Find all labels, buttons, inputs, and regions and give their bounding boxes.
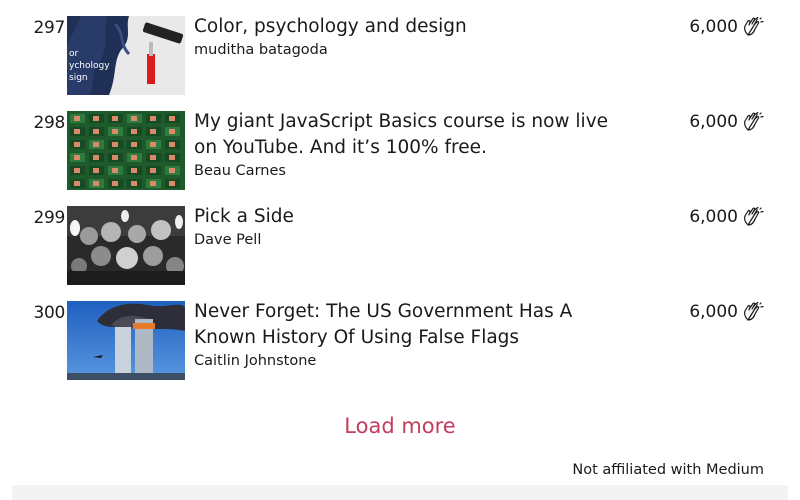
clapping-hands-icon: [742, 112, 764, 132]
article-thumbnail[interactable]: or ychology sign: [67, 16, 185, 95]
video-tile-face: [150, 129, 156, 134]
video-tile-face: [169, 142, 175, 147]
video-tile-face: [112, 142, 118, 147]
video-tile-face: [93, 142, 99, 147]
video-tile-face: [131, 181, 137, 186]
clap-count-value: 6,000: [689, 112, 738, 132]
clap-count: 6,000: [689, 207, 764, 227]
rank-number: 298: [33, 113, 65, 133]
video-tile-face: [131, 155, 137, 160]
clapping-hands-icon: [742, 17, 764, 37]
video-tile-face: [131, 142, 137, 147]
video-tile-face: [112, 129, 118, 134]
clapping-hands-icon: [742, 302, 764, 322]
list-item: 297 or ychology sign Color, psychology a…: [0, 0, 800, 95]
video-tile-face: [74, 155, 80, 160]
page: 297 or ychology sign Color, psychology a…: [0, 0, 800, 500]
svg-text:sign: sign: [69, 73, 88, 83]
load-more-container: Load more: [0, 414, 800, 438]
clap-count: 6,000: [689, 112, 764, 132]
clapping-hands-icon: [742, 207, 764, 227]
article-thumbnail[interactable]: [67, 301, 185, 380]
clap-count: 6,000: [689, 17, 764, 37]
video-tile-face: [93, 168, 99, 173]
video-tile-face: [112, 155, 118, 160]
video-tile-face: [169, 168, 175, 173]
video-tile-face: [74, 142, 80, 147]
rank-number: 300: [33, 303, 65, 323]
rank-number: 297: [33, 18, 65, 38]
clap-count-value: 6,000: [689, 207, 738, 227]
clap-count-value: 6,000: [689, 302, 738, 322]
twin-towers-thumbnail: [67, 301, 185, 380]
video-tile-face: [131, 129, 137, 134]
video-tile-face: [169, 155, 175, 160]
article-thumbnail[interactable]: [67, 111, 185, 190]
video-tile-face: [93, 129, 99, 134]
article-thumbnail[interactable]: [67, 206, 185, 285]
list-item: 298 My giant JavaScript Basics course is…: [0, 95, 800, 190]
video-tile-face: [131, 116, 137, 121]
video-tile-face: [150, 168, 156, 173]
video-tile-face: [169, 116, 175, 121]
article-author[interactable]: muditha batagoda: [194, 40, 634, 60]
video-tile-face: [74, 168, 80, 173]
video-tile-face: [93, 116, 99, 121]
rank-number: 299: [33, 208, 65, 228]
video-tile-face: [74, 116, 80, 121]
video-tile-face: [93, 155, 99, 160]
video-tile-face: [169, 129, 175, 134]
clap-count: 6,000: [689, 302, 764, 322]
thumbnail-text-line: or: [69, 49, 79, 59]
article-title: Never Forget: The US Government Has A Kn…: [194, 301, 573, 348]
article-title-link[interactable]: Pick a Side Dave Pell: [194, 204, 634, 250]
article-title: My giant JavaScript Basics course is now…: [194, 111, 609, 158]
video-tile-face: [112, 168, 118, 173]
video-tile-face: [131, 168, 137, 173]
article-title-link[interactable]: My giant JavaScript Basics course is now…: [194, 109, 634, 181]
video-tile-face: [74, 181, 80, 186]
video-grid-thumbnail: [67, 111, 185, 190]
article-author[interactable]: Caitlin Johnstone: [194, 351, 634, 371]
video-tile-face: [169, 181, 175, 186]
video-tile-face: [150, 142, 156, 147]
article-title-link[interactable]: Color, psychology and design muditha bat…: [194, 14, 634, 60]
color-psychology-thumbnail: or ychology sign: [67, 16, 185, 95]
video-tile-face: [93, 181, 99, 186]
video-tile-face: [150, 116, 156, 121]
svg-text:ychology: ychology: [69, 61, 110, 71]
article-title: Color, psychology and design: [194, 16, 467, 37]
video-tile-face: [150, 181, 156, 186]
video-tile-face: [112, 181, 118, 186]
load-more-button[interactable]: Load more: [344, 414, 455, 438]
video-tile-face: [112, 116, 118, 121]
clap-count-value: 6,000: [689, 17, 738, 37]
article-title: Pick a Side: [194, 206, 294, 227]
list-item: 300 Never Forget: The US Government Has …: [0, 285, 800, 380]
footer-bar: [12, 485, 788, 500]
torch-crowd-thumbnail: [67, 206, 185, 285]
article-author[interactable]: Dave Pell: [194, 230, 634, 250]
list-item: 299 Pick a Side Dave Pell 6,000: [0, 190, 800, 285]
article-author[interactable]: Beau Carnes: [194, 161, 634, 181]
footer-note: Not affiliated with Medium: [572, 462, 764, 478]
video-tile-face: [150, 155, 156, 160]
video-tile-face: [74, 129, 80, 134]
article-title-link[interactable]: Never Forget: The US Government Has A Kn…: [194, 299, 634, 371]
